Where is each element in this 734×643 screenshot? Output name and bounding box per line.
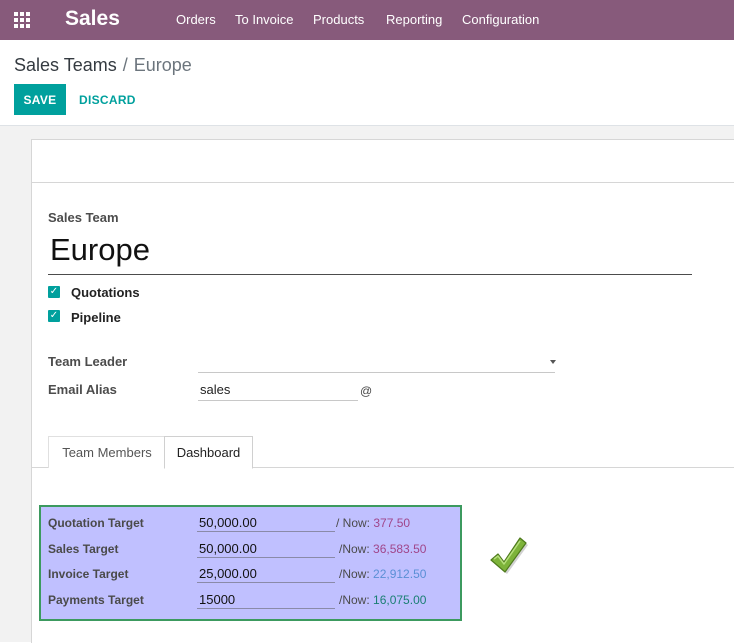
invoice-target-input[interactable]: 25,000.00 <box>199 566 257 581</box>
tab-dashboard[interactable]: Dashboard <box>164 436 253 469</box>
menu-products[interactable]: Products <box>313 12 364 27</box>
sales-now-label: /Now: 36,583.50 <box>339 542 426 556</box>
caret-down-icon[interactable] <box>550 360 556 364</box>
app-name[interactable]: Sales <box>65 7 120 31</box>
sales-now-value: 36,583.50 <box>373 542 427 556</box>
payments-target-input[interactable]: 15000 <box>199 592 235 607</box>
invoice-target-label: Invoice Target <box>48 567 129 581</box>
breadcrumb-parent[interactable]: Sales Teams <box>14 55 117 75</box>
sales-target-label: Sales Target <box>48 542 119 556</box>
quotation-now-prefix: / Now: <box>336 516 371 530</box>
quotation-target-label: Quotation Target <box>48 516 144 530</box>
invoice-now-prefix: /Now: <box>339 567 370 581</box>
breadcrumb-separator: / <box>122 55 128 75</box>
invoice-now-label: /Now: 22,912.50 <box>339 567 426 581</box>
apps-grid-icon[interactable] <box>14 12 31 29</box>
sales-now-prefix: /Now: <box>339 542 370 556</box>
menu-reporting[interactable]: Reporting <box>386 12 442 27</box>
email-alias-value: sales <box>200 382 231 397</box>
breadcrumb: Sales Teams / Europe <box>14 55 192 76</box>
invoice-target-underline <box>197 582 335 583</box>
payments-target-label: Payments Target <box>48 593 144 607</box>
quotation-now-label: / Now: 377.50 <box>336 516 410 530</box>
payments-now-prefix: /Now: <box>339 593 370 607</box>
quotation-target-underline <box>197 531 335 532</box>
quotation-now-value: 377.50 <box>373 516 411 530</box>
team-leader-label: Team Leader <box>48 354 128 369</box>
control-panel: Sales Teams / Europe SAVE DISCARD <box>0 40 734 126</box>
quotations-label: Quotations <box>71 285 140 300</box>
pipeline-label: Pipeline <box>71 310 121 325</box>
quotations-checkbox[interactable]: ✓ <box>48 286 60 298</box>
team-name-input[interactable]: Europe <box>48 229 692 275</box>
invoice-now-value: 22,912.50 <box>373 567 427 581</box>
discard-button[interactable]: DISCARD <box>72 84 143 115</box>
payments-target-underline <box>197 608 335 609</box>
team-leader-select[interactable] <box>198 354 555 373</box>
sales-target-input[interactable]: 50,000.00 <box>199 541 257 556</box>
payments-now-value: 16,075.00 <box>373 593 427 607</box>
payments-now-label: /Now: 16,075.00 <box>339 593 426 607</box>
menu-configuration[interactable]: Configuration <box>462 12 539 27</box>
menu-to-invoice[interactable]: To Invoice <box>235 12 294 27</box>
save-button[interactable]: SAVE <box>14 84 66 115</box>
top-navbar: Sales Orders To Invoice Products Reporti… <box>0 0 734 40</box>
pipeline-checkbox[interactable]: ✓ <box>48 310 60 322</box>
quotation-target-input[interactable]: 50,000.00 <box>199 515 257 530</box>
status-bar <box>32 140 734 183</box>
sales-target-underline <box>197 557 335 558</box>
email-alias-suffix: @ <box>360 384 373 398</box>
checkmark-icon <box>490 537 528 574</box>
menu-orders[interactable]: Orders <box>176 12 216 27</box>
breadcrumb-current: Europe <box>133 55 192 75</box>
email-alias-label: Email Alias <box>48 382 117 397</box>
tab-team-members[interactable]: Team Members <box>48 436 166 468</box>
sales-team-label: Sales Team <box>48 210 119 225</box>
